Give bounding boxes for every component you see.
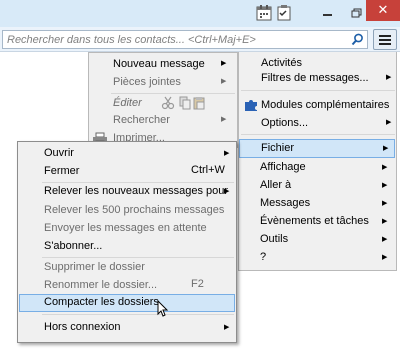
menu-item-label: S'abonner...	[44, 240, 103, 252]
maximize-icon[interactable]	[346, 4, 366, 22]
search-input[interactable]: Rechercher dans tous les contacts... <Ct…	[2, 30, 368, 49]
calendar-icon[interactable]	[256, 4, 272, 22]
menu-separator	[241, 90, 395, 91]
search-placeholder: Rechercher dans tous les contacts... <Ct…	[7, 34, 256, 46]
app-menu-button[interactable]	[373, 29, 397, 50]
menu-item-label: Fermer	[44, 165, 80, 177]
submenu-arrow-icon: ▶	[382, 182, 388, 189]
shortcut-label: Ctrl+W	[191, 164, 225, 176]
submenu-arrow-icon: ▶	[382, 164, 388, 171]
cursor-icon	[157, 300, 169, 317]
submenu-arrow-icon: ▶	[383, 145, 389, 152]
file-submenu: Ouvrir ▶ Fermer Ctrl+W Relever les nouve…	[17, 141, 237, 343]
submenu-arrow-icon: ▶	[221, 78, 227, 85]
submenu-arrow-icon: ▶	[224, 188, 230, 195]
tasks-icon[interactable]	[276, 4, 292, 22]
submenu-arrow-icon: ▶	[221, 116, 227, 123]
submenu-arrow-icon: ▶	[382, 254, 388, 261]
menu-item-label: Options...	[261, 117, 309, 129]
menu-separator	[42, 314, 234, 315]
submenu-arrow-icon: ▶	[382, 236, 388, 243]
submenu-arrow-icon: ▶	[382, 200, 388, 207]
submenu-arrow-icon: ▶	[224, 150, 230, 157]
menu-separator	[241, 134, 395, 135]
cut-icon	[161, 96, 175, 110]
submenu-arrow-icon: ▶	[382, 218, 388, 225]
app-menu-left-column: Nouveau message ▶ Pièces jointes ▶ Édite…	[88, 52, 238, 148]
menu-item-compact-folders[interactable]: Compacter les dossiers	[19, 294, 235, 312]
paste-icon	[193, 97, 205, 110]
menu-item-label: Fichier	[261, 142, 295, 154]
menu-item-label: Filtres de messages...	[261, 72, 369, 84]
menu-item-label: ?	[260, 251, 267, 263]
toolbar: Rechercher dans tous les contacts... <Ct…	[0, 27, 400, 52]
menu-item-label: Renommer le dossier...	[44, 279, 158, 291]
submenu-arrow-icon: ▶	[386, 74, 392, 81]
menu-item-label: Compacter les dossiers	[44, 296, 159, 308]
close-icon[interactable]: ✕	[366, 0, 400, 21]
shortcut-label: F2	[191, 278, 204, 290]
hamburger-menu-icon	[379, 35, 391, 45]
title-bar: ✕	[0, 0, 400, 27]
puzzle-icon	[245, 100, 257, 111]
menu-item-label: Hors connexion	[44, 321, 121, 333]
search-icon[interactable]	[351, 33, 364, 46]
menu-item-label: Pièces jointes	[113, 76, 181, 88]
minimize-icon[interactable]	[318, 4, 338, 22]
copy-icon	[179, 96, 191, 110]
submenu-arrow-icon: ▶	[224, 324, 230, 331]
submenu-arrow-icon: ▶	[386, 119, 392, 126]
